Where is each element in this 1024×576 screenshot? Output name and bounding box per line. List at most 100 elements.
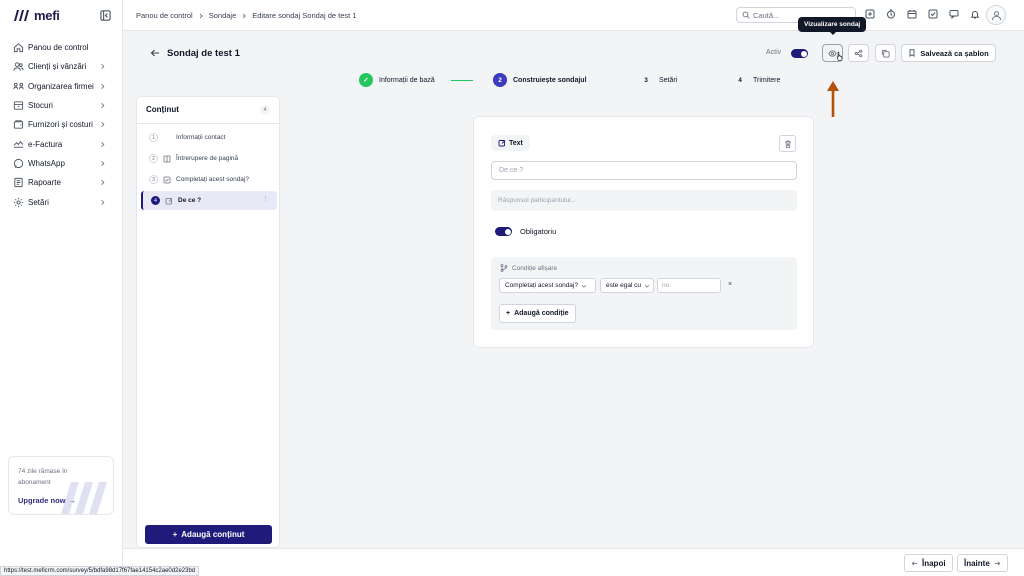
sidebar-item-reports[interactable]: Rapoarte xyxy=(0,173,123,192)
calendar-icon[interactable] xyxy=(907,9,917,19)
survey-header: Sondaj de test 1 Activ Salvează ca șablo… xyxy=(136,42,1008,65)
condition-title-label: Condiție afișare xyxy=(512,264,558,272)
sidebar-item-organization[interactable]: Organizarea firmei xyxy=(0,77,123,96)
chevron-right-icon xyxy=(99,83,106,90)
breadcrumb-dashboard[interactable]: Panou de control xyxy=(136,11,193,20)
share-button[interactable] xyxy=(848,44,869,62)
chevron-right-icon xyxy=(99,160,106,167)
required-toggle[interactable] xyxy=(495,227,512,236)
step-settings[interactable]: 3 Setări xyxy=(639,73,677,87)
annotation-arrow-icon xyxy=(827,81,839,117)
question-input[interactable] xyxy=(491,161,797,180)
content-item-label: Informații contact xyxy=(176,134,226,141)
sidebar-item-stock[interactable]: Stocuri xyxy=(0,96,123,115)
mefi-logo-icon xyxy=(13,9,30,22)
step-connector xyxy=(451,80,473,81)
sidebar: mefi Panou de control Clienți și vânzări… xyxy=(0,0,123,576)
condition-field-select[interactable]: Completați acest sondaj? xyxy=(499,278,596,293)
share-icon xyxy=(854,49,863,57)
step-label: Setări xyxy=(659,76,678,84)
sidebar-nav: Panou de control Clienți și vânzări Orga… xyxy=(0,38,123,212)
content-item-label: De ce ? xyxy=(178,197,202,204)
user-icon xyxy=(991,10,1001,20)
sidebar-item-dashboard[interactable]: Panou de control xyxy=(0,38,123,57)
remove-condition-icon[interactable]: × xyxy=(728,281,732,288)
chevron-down-icon xyxy=(644,283,650,289)
content-panel-title: Conținut xyxy=(146,105,179,114)
collapse-sidebar-icon[interactable] xyxy=(100,10,111,21)
content-item-active[interactable]: 4 De ce ? ⋮ xyxy=(141,191,277,210)
task-check-icon[interactable] xyxy=(928,9,938,19)
sidebar-item-whatsapp[interactable]: WhatsApp xyxy=(0,154,123,173)
gear-icon xyxy=(13,197,24,208)
content-item[interactable]: 2 Întrerupere de pagină xyxy=(141,149,277,168)
save-as-template-label: Salvează ca șablon xyxy=(920,48,989,58)
breadcrumb-surveys[interactable]: Sondaje xyxy=(209,11,237,20)
next-button[interactable]: Înainte xyxy=(957,554,1008,572)
add-content-label: Adaugă conținut xyxy=(181,530,245,539)
timer-icon[interactable] xyxy=(886,9,896,19)
step-number: 2 xyxy=(493,73,507,87)
save-as-template-button[interactable]: Salvează ca șablon xyxy=(901,44,996,62)
back-button[interactable]: Înapoi xyxy=(904,554,953,572)
content-count-badge: 4 xyxy=(260,105,270,115)
active-toggle[interactable] xyxy=(791,49,808,58)
sidebar-item-label: e-Factura xyxy=(28,139,63,149)
avatar[interactable] xyxy=(986,5,1006,25)
breadcrumb: Panou de control Sondaje Editare sondaj … xyxy=(136,11,357,20)
step-basic-info[interactable]: ✓ Informații de bază xyxy=(359,73,435,87)
active-label: Activ xyxy=(766,49,782,56)
chevron-right-icon xyxy=(198,13,204,19)
step-send[interactable]: 4 Trimitere xyxy=(733,73,780,87)
arrow-left-icon xyxy=(911,560,918,567)
condition-value-input[interactable] xyxy=(657,278,721,293)
edit-icon xyxy=(498,139,506,147)
topbar-actions xyxy=(865,9,980,19)
org-icon xyxy=(13,81,24,92)
sidebar-item-efactura[interactable]: e-Factura xyxy=(0,134,123,153)
sidebar-item-label: Panou de control xyxy=(28,43,89,53)
add-content-button[interactable]: + Adaugă conținut xyxy=(145,525,272,544)
chevron-right-icon xyxy=(99,102,106,109)
sidebar-item-suppliers[interactable]: Furnizori și costuri xyxy=(0,115,123,134)
home-icon xyxy=(13,42,24,53)
question-editor: Text Răspunsul participantului... Obliga… xyxy=(473,116,814,348)
condition-field-value: Completați acest sondaj? xyxy=(505,282,578,289)
whatsapp-icon xyxy=(13,158,24,169)
question-type-badge: Text xyxy=(491,135,530,151)
add-condition-button[interactable]: + Adaugă condiție xyxy=(499,304,576,323)
report-icon xyxy=(13,177,24,188)
content-item-number: 3 xyxy=(149,175,158,184)
add-square-icon[interactable] xyxy=(865,9,875,19)
step-label: Trimitere xyxy=(753,76,781,84)
required-label: Obligatoriu xyxy=(520,227,557,236)
condition-operator-value: este egal cu xyxy=(606,282,642,289)
condition-operator-select[interactable]: este egal cu xyxy=(600,278,654,293)
content-item[interactable]: 3 Completați acest sondaj? xyxy=(141,170,277,189)
step-number: ✓ xyxy=(359,73,373,87)
content-item-label: Completați acest sondaj? xyxy=(176,176,249,183)
step-build-survey[interactable]: 2 Construiește sondajul xyxy=(493,73,587,87)
upgrade-now-link[interactable]: Upgrade now → xyxy=(18,496,76,505)
bookmark-icon xyxy=(908,49,916,57)
content-item[interactable]: 1 Informații contact xyxy=(141,128,277,147)
logo[interactable]: mefi xyxy=(13,8,60,23)
bell-icon[interactable] xyxy=(970,9,980,19)
sidebar-item-clients[interactable]: Clienți și vânzări xyxy=(0,57,123,76)
checkbox-icon xyxy=(163,176,171,184)
arrow-left-icon[interactable] xyxy=(150,48,160,58)
duplicate-button[interactable] xyxy=(875,44,896,62)
chat-icon[interactable] xyxy=(949,9,959,19)
sidebar-item-settings[interactable]: Setări xyxy=(0,192,123,211)
back-label: Înapoi xyxy=(922,558,946,568)
footer: Înapoi Înainte xyxy=(123,548,1024,576)
display-condition-box: Condiție afișare Completați acest sondaj… xyxy=(491,257,797,330)
sidebar-item-label: Organizarea firmei xyxy=(28,81,94,91)
delete-question-button[interactable] xyxy=(779,135,796,152)
preview-tooltip: Vizualizare sondaj xyxy=(798,17,867,35)
status-bar-url: https://test.meficrm.com/survey/5/bdfa98… xyxy=(0,566,200,576)
content-panel: Conținut 4 1 Informații contact 2 Întrer… xyxy=(136,96,280,548)
sidebar-item-label: Rapoarte xyxy=(28,178,61,188)
item-menu-icon[interactable]: ⋮ xyxy=(262,195,269,203)
step-number: 4 xyxy=(738,76,742,84)
